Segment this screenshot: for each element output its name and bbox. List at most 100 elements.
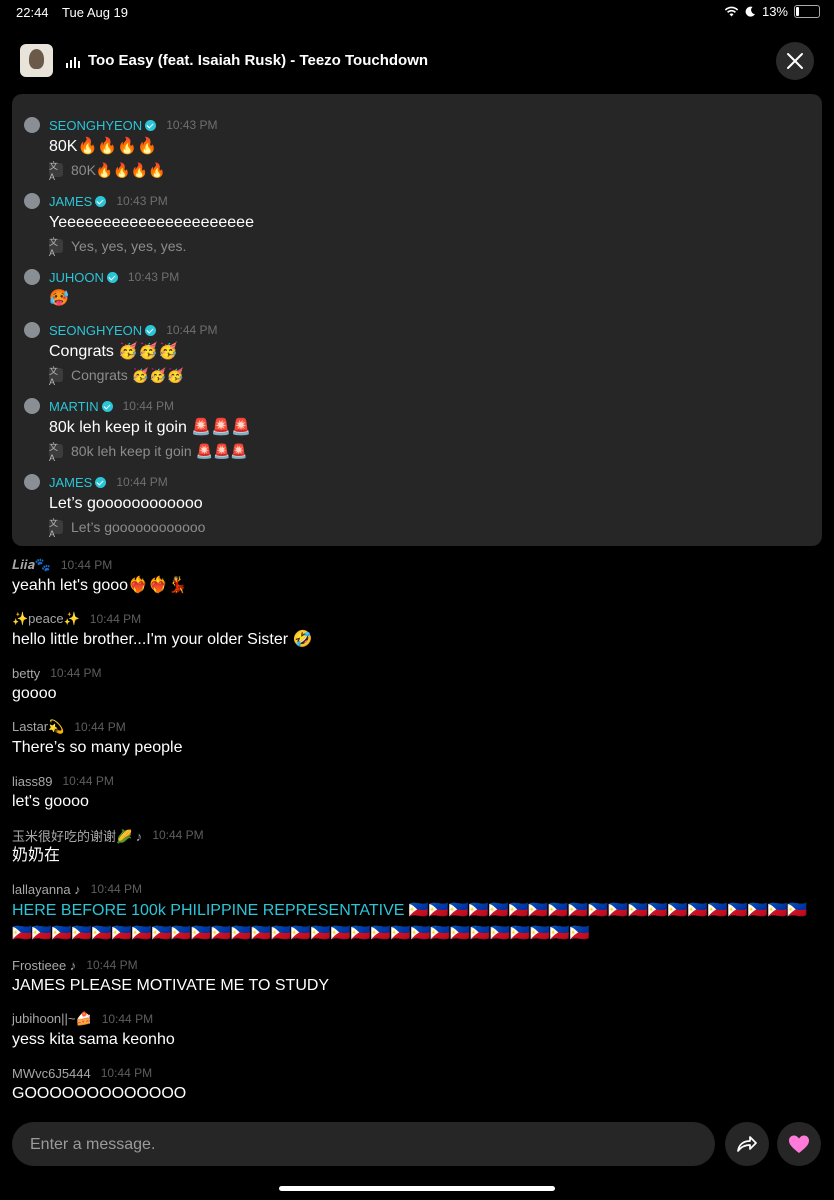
- chat-message: MWvc6J5444 10:44 PM GOOOOOOOOOOOOO: [12, 1065, 186, 1105]
- verified-badge-icon: [101, 400, 113, 412]
- share-button[interactable]: [725, 1122, 769, 1166]
- avatar[interactable]: [24, 322, 40, 338]
- translate-icon: 文A: [49, 366, 63, 387]
- message-translation: Congrats 🥳🥳🥳: [71, 366, 184, 383]
- pinned-message: MARTIN 10:44 PM 80k leh keep it goin 🚨🚨🚨…: [24, 397, 252, 463]
- username[interactable]: jubihoon||~🍰: [12, 1011, 92, 1027]
- username[interactable]: betty: [12, 666, 40, 681]
- message-time: 10:44 PM: [89, 612, 142, 626]
- pinned-message: SEONGHYEON 10:44 PM Congrats 🥳🥳🥳 文A Congr…: [24, 321, 218, 387]
- message-translation: 80K🔥🔥🔥🔥: [71, 161, 166, 178]
- message-text: 80K🔥🔥🔥🔥: [49, 138, 158, 155]
- username[interactable]: lallayanna ♪: [12, 882, 81, 897]
- translate-icon: 文A: [49, 237, 63, 258]
- username[interactable]: Frostieee ♪: [12, 958, 76, 973]
- pinned-message: SEONGHYEON 10:43 PM 80K🔥🔥🔥🔥 文A 80K🔥🔥🔥🔥: [24, 116, 218, 182]
- message-time: 10:44 PM: [90, 882, 143, 896]
- username[interactable]: 玉米很好吃的谢谢🌽 ♪: [12, 826, 142, 845]
- message-text: 🥵: [49, 290, 69, 307]
- message-time: 10:44 PM: [116, 475, 168, 489]
- message-text: Let’s goooooooooooo: [49, 495, 203, 512]
- verified-badge-icon: [106, 271, 118, 283]
- message-time: 10:44 PM: [50, 666, 102, 680]
- message-text: JAMES PLEASE MOTIVATE ME TO STUDY: [12, 977, 330, 994]
- message-time: 10:43 PM: [127, 270, 180, 284]
- username[interactable]: JAMES: [49, 194, 92, 209]
- avatar[interactable]: [24, 398, 40, 414]
- chat-message: Lastar💫 10:44 PM There’s so many people: [12, 719, 182, 759]
- close-button[interactable]: [776, 42, 814, 80]
- avatar[interactable]: [24, 474, 40, 490]
- battery-icon: [794, 5, 820, 18]
- pinned-message: JAMES 10:43 PM Yeeeeeeeeeeeeeeeeeeeeee 文…: [24, 192, 254, 258]
- message-text: hello little brother...I'm your older Si…: [12, 631, 313, 648]
- message-time: 10:44 PM: [101, 1012, 154, 1026]
- username[interactable]: MARTIN: [49, 399, 99, 414]
- message-time: 10:44 PM: [74, 720, 126, 734]
- translate-icon: 文A: [49, 161, 63, 182]
- chat-message: lallayanna ♪ 10:44 PM HERE BEFORE 100k PH…: [12, 881, 824, 945]
- chat-message: 玉米很好吃的谢谢🌽 ♪ 10:44 PM 奶奶在: [12, 827, 204, 867]
- username[interactable]: Lastar💫: [12, 719, 64, 735]
- message-time: 10:44 PM: [122, 399, 174, 413]
- message-composer: [12, 1122, 715, 1168]
- chat-message: betty 10:44 PM goooo: [12, 665, 102, 705]
- message-text: GOOOOOOOOOOOOO: [12, 1085, 187, 1102]
- message-text: 奶奶在: [12, 847, 61, 864]
- message-text: Yeeeeeeeeeeeeeeeeeeeeee: [49, 214, 254, 231]
- username[interactable]: JUHOON: [49, 270, 104, 285]
- username[interactable]: liass89: [12, 774, 52, 789]
- status-right: 13%: [724, 4, 820, 19]
- message-time: 10:44 PM: [86, 958, 138, 972]
- status-time: 22:44: [16, 5, 49, 20]
- username[interactable]: SEONGHYEON: [49, 323, 142, 338]
- pinned-message: JUHOON 10:43 PM 🥵: [24, 268, 179, 310]
- message-time: 10:44 PM: [166, 323, 218, 337]
- artist-messages-panel: SEONGHYEON 10:43 PM 80K🔥🔥🔥🔥 文A 80K🔥🔥🔥🔥 JA…: [12, 94, 822, 546]
- message-text: yess kita sama keonho: [12, 1031, 175, 1048]
- message-translation: Yes, yes, yes, yes.: [71, 238, 187, 254]
- message-text: 80k leh keep it goin 🚨🚨🚨: [49, 419, 252, 436]
- verified-badge-icon: [95, 195, 107, 207]
- message-time: 10:43 PM: [116, 194, 168, 208]
- verified-badge-icon: [145, 119, 157, 131]
- message-translation: 80k leh keep it goin 🚨🚨🚨: [71, 442, 248, 459]
- message-text: HERE BEFORE 100k PHILIPPINE REPRESENTATI…: [12, 902, 808, 942]
- message-time: 10:44 PM: [60, 558, 113, 572]
- heart-icon: [789, 1135, 809, 1153]
- message-time: 10:44 PM: [100, 1066, 153, 1080]
- message-time: 10:44 PM: [152, 828, 204, 842]
- username[interactable]: ✨peace✨: [12, 611, 80, 627]
- home-indicator[interactable]: [279, 1186, 555, 1191]
- message-translation: Let’s goooooooooooo: [71, 519, 206, 535]
- avatar[interactable]: [24, 193, 40, 209]
- translate-icon: 文A: [49, 442, 63, 463]
- chat-message: jubihoon||~🍰 10:44 PM yess kita sama keon…: [12, 1011, 175, 1051]
- message-text: Congrats 🥳🥳🥳: [49, 343, 179, 360]
- username[interactable]: MWvc6J5444: [12, 1066, 91, 1081]
- chat-message: ✨peace✨ 10:44 PM hello little brother...I…: [12, 611, 312, 651]
- avatar[interactable]: [24, 269, 40, 285]
- message-input[interactable]: [28, 1122, 702, 1168]
- battery-percent: 13%: [761, 4, 788, 19]
- avatar[interactable]: [24, 117, 40, 133]
- album-thumbnail[interactable]: [20, 44, 53, 77]
- song-title[interactable]: Too Easy (feat. Isaiah Rusk) - Teezo Tou…: [88, 52, 428, 69]
- message-text: let's goooo: [12, 793, 89, 810]
- chat-message: 𝑳𝒊𝒊𝒂🐾 10:44 PM yeahh let's gooo❤️‍🔥❤️‍🔥💃: [12, 557, 188, 597]
- username[interactable]: SEONGHYEON: [49, 118, 142, 133]
- username[interactable]: 𝑳𝒊𝒊𝒂🐾: [12, 557, 51, 573]
- close-icon: [787, 53, 803, 69]
- status-bar: 22:44 Tue Aug 19 13%: [0, 0, 834, 24]
- pinned-message: JAMES 10:44 PM Let’s goooooooooooo 文A Let…: [24, 473, 206, 539]
- like-button[interactable]: [777, 1122, 821, 1166]
- translate-icon: 文A: [49, 518, 63, 539]
- message-text: goooo: [12, 685, 57, 702]
- share-arrow-icon: [737, 1136, 757, 1152]
- wifi-icon: [724, 6, 739, 17]
- chat-message: liass89 10:44 PM let's goooo: [12, 773, 114, 813]
- moon-icon: [745, 6, 755, 17]
- message-time: 10:44 PM: [62, 774, 114, 788]
- message-text: yeahh let's gooo❤️‍🔥❤️‍🔥💃: [12, 577, 188, 594]
- username[interactable]: JAMES: [49, 475, 92, 490]
